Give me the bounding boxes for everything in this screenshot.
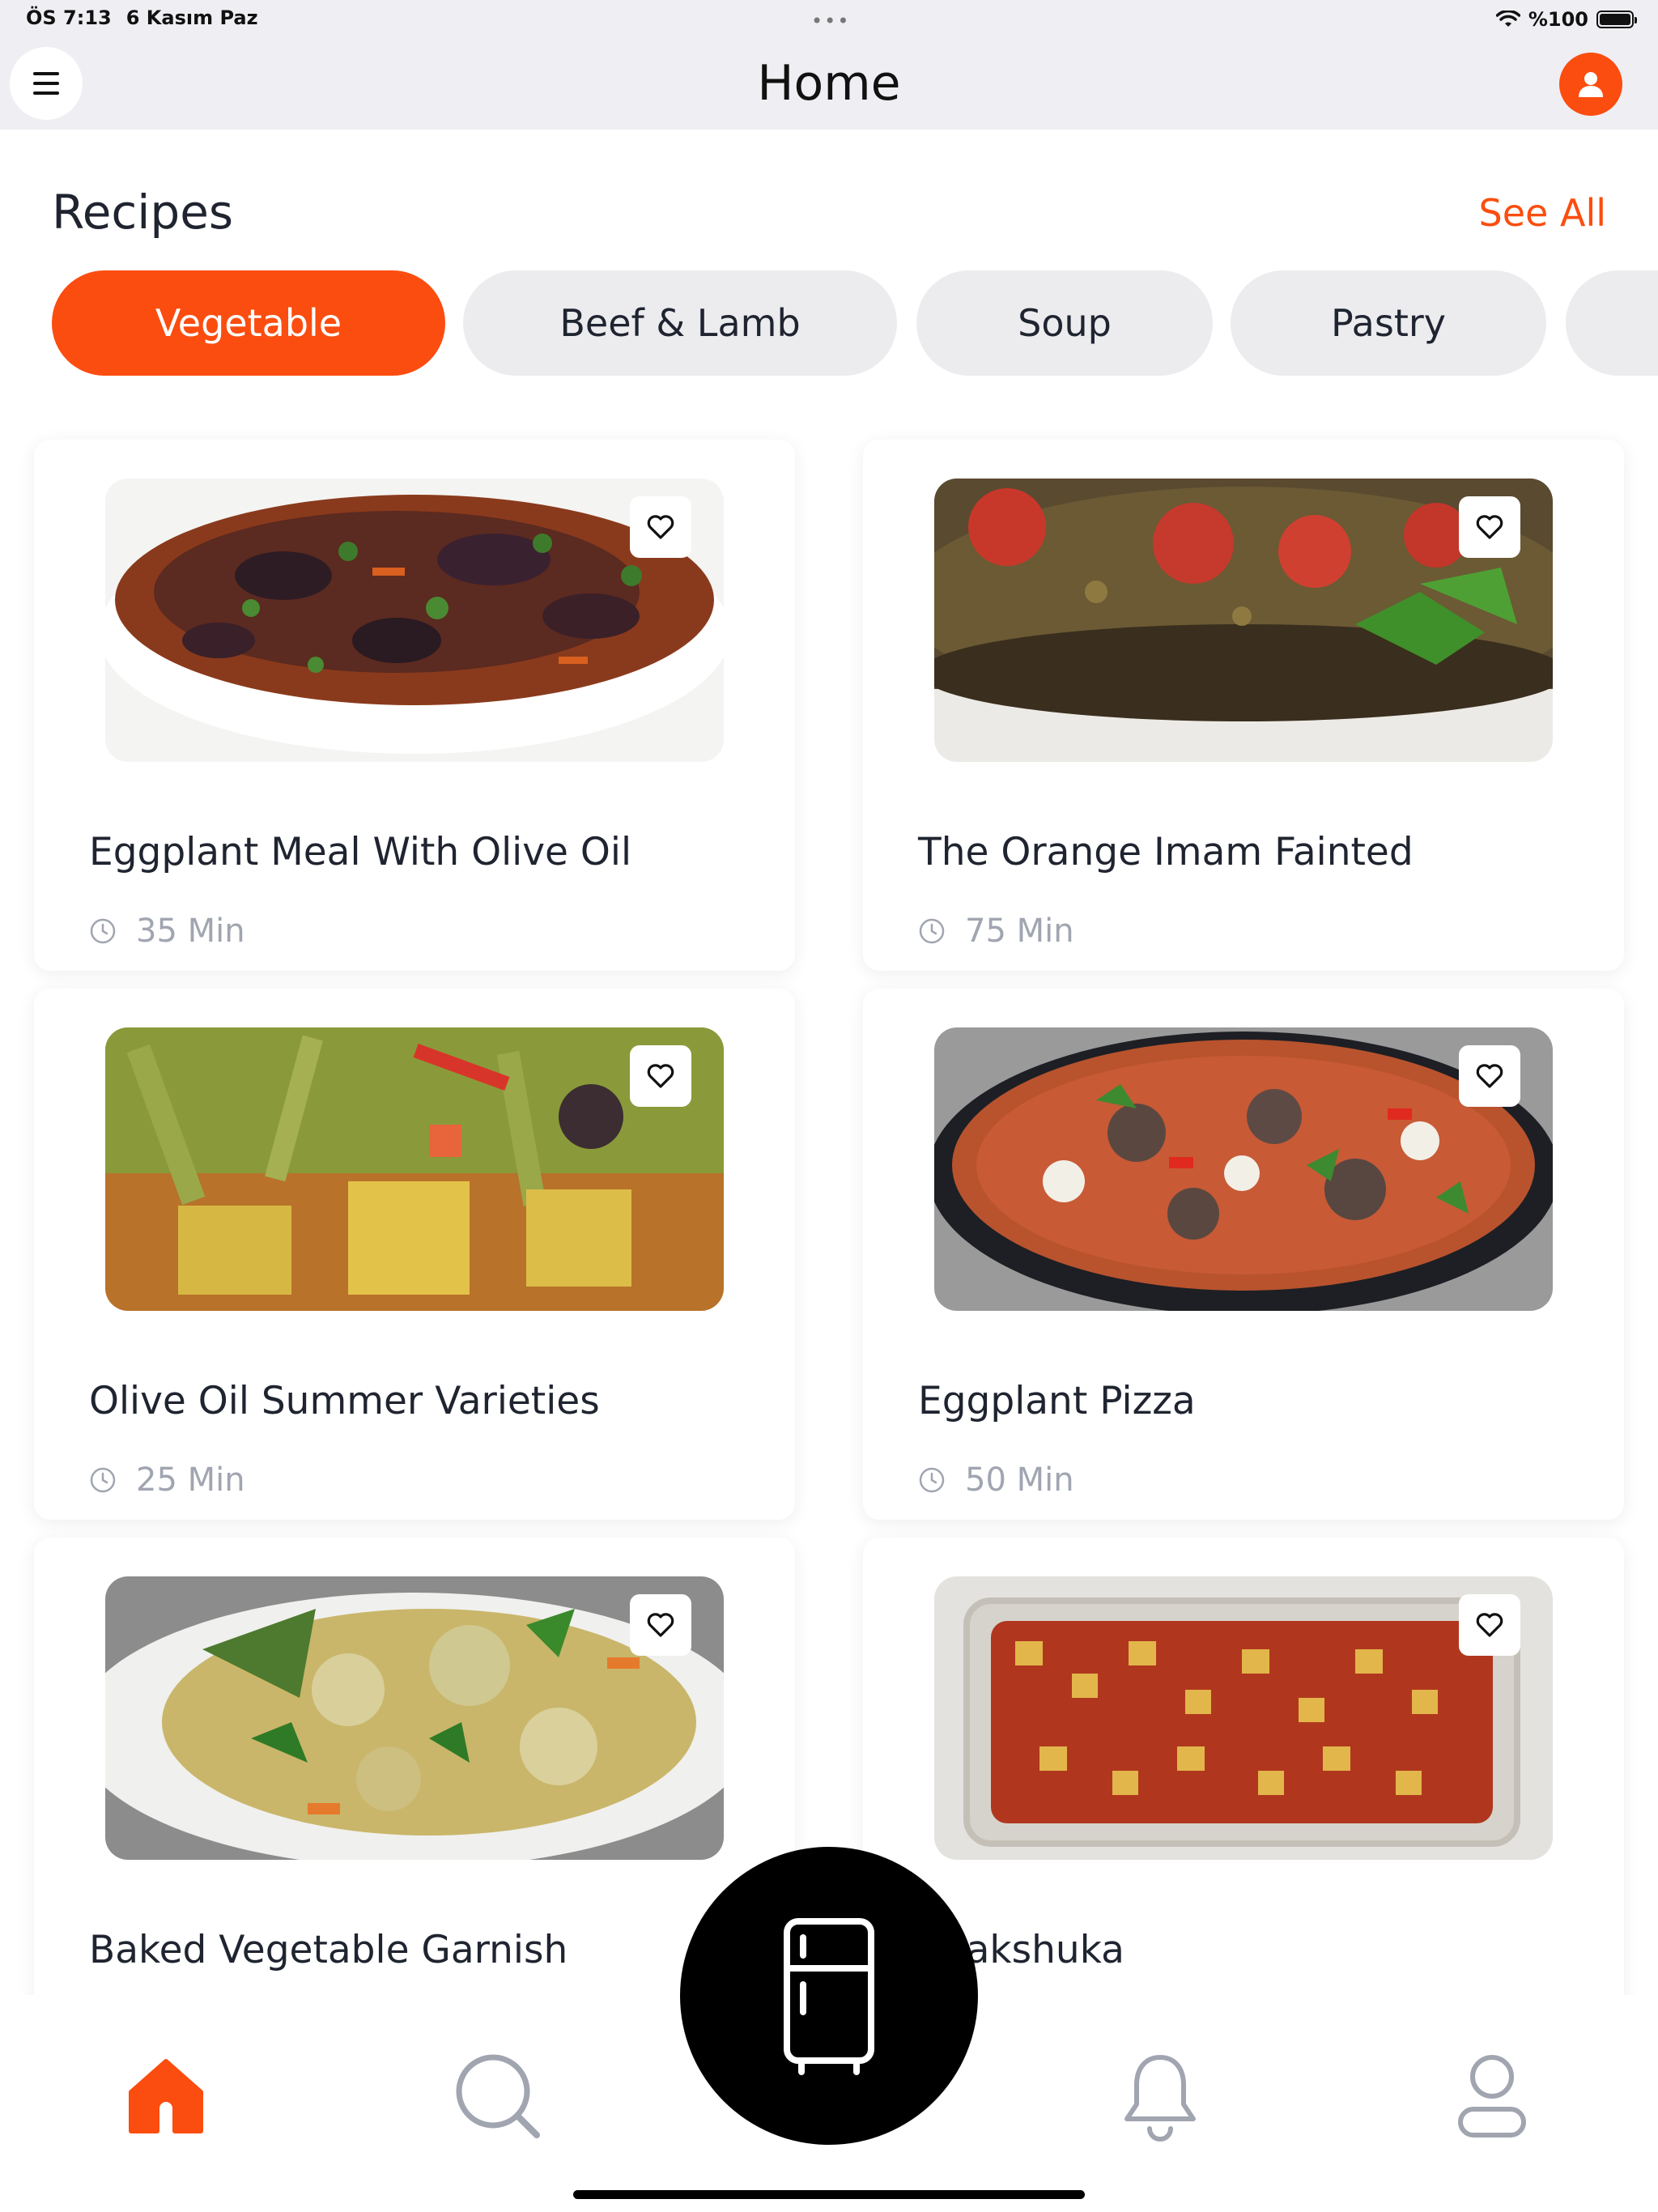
status-time: ÖS 7:13 <box>26 6 112 29</box>
recipe-time-text: 50 Min <box>965 1461 1074 1499</box>
recipe-card[interactable]: The Orange Imam Fainted 75 Min <box>863 440 1624 971</box>
favorite-button[interactable] <box>630 496 691 558</box>
recipe-card[interactable]: Eggplant Meal With Olive Oil 35 Min <box>34 440 795 971</box>
recipe-time-text: 35 Min <box>136 912 245 950</box>
recipe-image <box>934 479 1553 762</box>
favorite-button[interactable] <box>1459 496 1520 558</box>
multitasking-dots[interactable]: ••• <box>811 10 850 32</box>
heart-icon <box>647 515 674 539</box>
recipe-title: The Orange Imam Fainted <box>918 830 1414 874</box>
battery-icon <box>1596 11 1637 28</box>
wifi-icon <box>1495 11 1520 27</box>
status-time-date: ÖS 7:13 6 Kasım Paz <box>26 6 258 29</box>
recipe-time-text: 75 Min <box>965 912 1074 950</box>
clock-icon <box>919 918 945 944</box>
clock-icon <box>90 918 116 944</box>
favorite-button[interactable] <box>1459 1045 1520 1107</box>
search-icon <box>456 2054 540 2138</box>
section-title-recipes: Recipes <box>52 185 234 240</box>
user-icon <box>1579 72 1603 97</box>
recipe-title: Olive Oil Summer Varieties <box>89 1379 600 1423</box>
heart-icon <box>647 1613 674 1637</box>
fridge-button[interactable] <box>680 1847 978 2145</box>
nav-notifications[interactable] <box>1107 2044 1213 2149</box>
category-chips: Vegetable Beef & Lamb Soup Pastry <box>0 270 1658 376</box>
profile-icon <box>1458 2055 1526 2138</box>
page-title: Home <box>757 55 901 112</box>
status-date: 6 Kasım Paz <box>125 6 258 29</box>
top-header: Home <box>0 39 1658 130</box>
recipe-time-text: 25 Min <box>136 1461 245 1499</box>
chip-soup[interactable]: Soup <box>916 270 1213 376</box>
favorite-button[interactable] <box>630 1594 691 1656</box>
chip-vegetable[interactable]: Vegetable <box>52 270 445 376</box>
chip-pastry[interactable]: Pastry <box>1231 270 1546 376</box>
status-indicators: %100 <box>1495 6 1637 32</box>
heart-icon <box>1476 1613 1503 1637</box>
nav-home[interactable] <box>113 2044 219 2149</box>
recipe-image <box>105 479 724 762</box>
recipe-card[interactable]: Eggplant Pizza 50 Min <box>863 989 1624 1520</box>
clock-icon <box>90 1467 116 1493</box>
heart-icon <box>1476 515 1503 539</box>
recipe-card[interactable]: Olive Oil Summer Varieties 25 Min <box>34 989 795 1520</box>
recipe-title: Eggplant Pizza <box>918 1379 1196 1423</box>
favorite-button[interactable] <box>630 1045 691 1107</box>
recipe-image <box>105 1027 724 1311</box>
profile-button[interactable] <box>1559 53 1622 116</box>
recipe-time: 75 Min <box>918 909 1074 953</box>
chip-beef-lamb[interactable]: Beef & Lamb <box>463 270 897 376</box>
recipe-image <box>934 1576 1553 1860</box>
favorite-button[interactable] <box>1459 1594 1520 1656</box>
chip-partial[interactable] <box>1566 270 1658 376</box>
clock-icon <box>919 1467 945 1493</box>
battery-percent: %100 <box>1528 8 1588 31</box>
status-bar: ÖS 7:13 6 Kasım Paz ••• %100 <box>0 0 1658 39</box>
fridge-icon <box>784 1918 874 2075</box>
home-indicator[interactable] <box>573 2190 1085 2199</box>
recipe-time: 50 Min <box>918 1458 1074 1502</box>
recipe-title: Eggplant Meal With Olive Oil <box>89 830 632 874</box>
heart-icon <box>647 1064 674 1088</box>
see-all-link[interactable]: See All <box>1479 191 1606 235</box>
heart-icon <box>1476 1064 1503 1088</box>
recipe-time: 25 Min <box>89 1458 245 1502</box>
recipe-title: Baked Vegetable Garnish <box>89 1928 568 1972</box>
nav-profile[interactable] <box>1439 2044 1545 2149</box>
home-icon <box>129 2059 203 2133</box>
recipe-time: 35 Min <box>89 909 245 953</box>
nav-search[interactable] <box>445 2044 551 2149</box>
bell-icon <box>1124 2055 1196 2142</box>
recipe-image <box>105 1576 724 1860</box>
recipe-image <box>934 1027 1553 1311</box>
